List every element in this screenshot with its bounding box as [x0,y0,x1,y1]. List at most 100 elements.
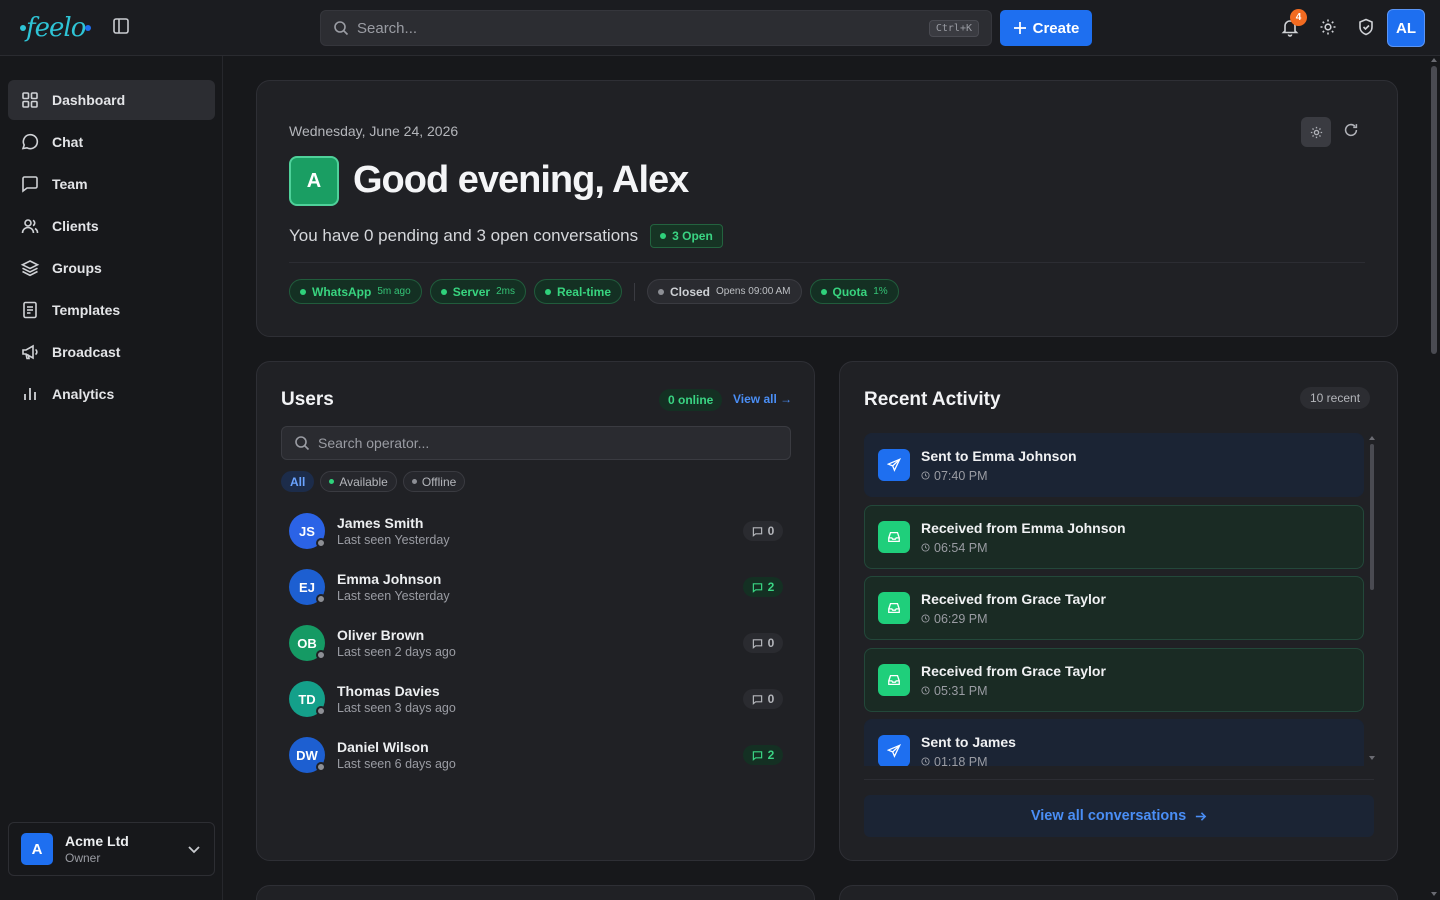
sidebar-item-templates[interactable]: Templates [8,290,215,330]
arrow-right-icon [1194,810,1207,823]
activity-item[interactable]: Received from Grace Taylor 06:29 PM [864,576,1364,640]
activity-divider [864,779,1374,780]
chip-quota[interactable]: Quota 1% [809,279,899,304]
activity-item[interactable]: Sent to James 01:18 PM [864,719,1364,766]
welcome-card: Wednesday, June 24, 2026 A Good evening,… [256,80,1398,337]
sidebar-item-label: Chat [52,134,84,150]
organization-switcher[interactable]: A Acme Ltd Owner [8,822,215,876]
chip-label: WhatsApp [312,284,372,299]
sidebar-item-chat[interactable]: Chat [8,122,215,162]
page-scroll-down-arrow[interactable] [1431,892,1437,896]
chip-server[interactable]: Server 2ms [429,279,526,304]
sidebar-item-groups[interactable]: Groups [8,248,215,288]
activity-item[interactable]: Received from Emma Johnson 06:54 PM [864,505,1364,569]
view-all-conversations-button[interactable]: View all conversations [864,795,1374,837]
avatar: DW [289,737,326,773]
sidebar-item-clients[interactable]: Clients [8,206,215,246]
user-last-seen: Last seen 2 days ago [337,645,456,659]
logo-dot-right [85,25,92,31]
sidebar-item-label: Broadcast [52,344,121,360]
operator-search-input[interactable] [318,435,778,451]
inbox-icon [878,521,910,553]
refresh-icon[interactable] [1342,121,1360,139]
presence-dot [316,762,326,772]
activity-item[interactable]: Sent to Emma Johnson 07:40 PM [864,433,1364,497]
user-row[interactable]: EJ Emma Johnson Last seen Yesterday 2 [289,565,783,609]
notification-badge: 4 [1290,9,1307,26]
user-row[interactable]: TD Thomas Davies Last seen 3 days ago 0 [289,677,783,721]
send-icon [878,735,910,766]
user-avatar[interactable]: AL [1387,9,1425,47]
clock-icon [921,471,930,480]
filter-available[interactable]: Available [320,471,397,492]
gear-icon[interactable] [1318,17,1340,39]
page-scrollbar[interactable] [1431,66,1437,354]
view-all-users-link[interactable]: View all → [733,392,792,406]
sidebar-item-label: Analytics [52,386,115,402]
chip-realtime[interactable]: Real-time [533,279,622,304]
status-dot [300,288,306,295]
scroll-down-arrow[interactable] [1369,756,1375,760]
global-search[interactable]: Ctrl+K [320,10,992,46]
sidebar-item-label: Groups [52,260,102,276]
presence-dot [316,538,326,548]
presence-dot [316,594,326,604]
status-dot [411,479,417,484]
org-role: Owner [65,851,101,865]
activity-title-text: Received from Emma Johnson [921,519,1126,536]
status-dot [820,288,827,295]
create-button[interactable]: Create [1000,10,1092,46]
count-value: 0 [767,524,775,538]
time-value: 01:18 PM [934,754,988,767]
time-value: 07:40 PM [934,468,988,483]
avatar: JS [289,513,326,549]
chip-label: Real-time [556,284,611,299]
user-row[interactable]: DW Daniel Wilson Last seen 6 days ago 2 [289,733,783,777]
status-dot [658,288,664,295]
app-logo[interactable]: feelo [20,12,92,44]
sidebar-toggle-icon[interactable] [111,16,133,38]
avatar: TD [289,681,326,717]
user-filters: All Available Offline [281,471,466,492]
presence-dot [316,706,326,716]
hero-settings-button[interactable] [1301,117,1331,147]
user-name: Oliver Brown [337,627,425,643]
chip-closed[interactable]: Closed Opens 09:00 AM [647,279,802,304]
sidebar-item-team[interactable]: Team [8,164,215,204]
sidebar-item-label: Clients [52,218,99,234]
open-conversations-badge[interactable]: 3 Open [650,224,723,248]
sidebar-item-analytics[interactable]: Analytics [8,374,215,414]
chip-whatsapp[interactable]: WhatsApp 5m ago [289,279,422,304]
page-scroll-up-arrow[interactable] [1431,58,1437,62]
sidebar-item-broadcast[interactable]: Broadcast [8,332,215,372]
search-input[interactable] [357,19,929,37]
scroll-up-arrow[interactable] [1369,436,1375,440]
user-row[interactable]: OB Oliver Brown Last seen 2 days ago 0 [289,621,783,665]
user-row[interactable]: JS James Smith Last seen Yesterday 0 [289,509,783,553]
clients-icon [20,216,40,236]
greeting-avatar: A [289,156,339,206]
hero-divider [289,262,1365,263]
user-last-seen: Last seen Yesterday [337,533,450,547]
activity-scrollbar[interactable] [1370,444,1374,590]
user-name: Emma Johnson [337,571,442,587]
operator-search[interactable] [281,426,791,460]
activity-item[interactable]: Received from Grace Taylor 05:31 PM [864,648,1364,712]
team-icon [20,174,40,194]
send-icon [878,449,910,481]
activity-text: Sent to James 01:18 PM [921,734,1016,767]
activity-text: Sent to Emma Johnson 07:40 PM [921,448,1077,483]
filter-all[interactable]: All [281,471,315,492]
filter-offline[interactable]: Offline [402,471,466,492]
activity-list[interactable]: Sent to Emma Johnson 07:40 PM Received f… [864,433,1364,766]
sidebar-item-dashboard[interactable]: Dashboard [8,80,215,120]
top-bar: feelo Ctrl+K Create 4 AL [0,0,1440,56]
time-value: 06:54 PM [934,540,988,555]
shield-icon[interactable] [1356,17,1378,39]
inbox-icon [878,664,910,696]
activity-time: 07:40 PM [921,469,1077,483]
count-value: 0 [767,692,775,706]
conversation-count: 0 [743,633,783,653]
user-info: Emma Johnson Last seen Yesterday [337,571,743,603]
activity-text: Received from Grace Taylor 05:31 PM [921,663,1106,698]
